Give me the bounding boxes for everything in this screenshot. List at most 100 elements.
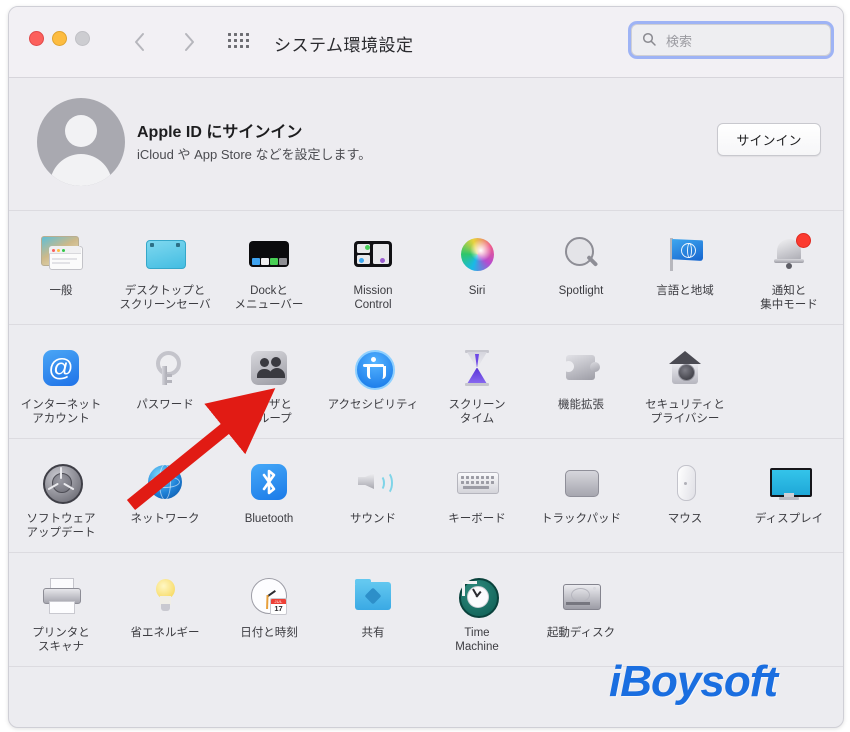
pref-item-energy-saver[interactable]: 省エネルギー (113, 565, 217, 660)
pref-row: 一般 デスクトップと スクリーンセーバ Dockと メニューバー Mission… (9, 223, 843, 318)
chevron-right-icon[interactable] (181, 29, 197, 55)
pref-label: Mission Control (353, 285, 393, 311)
printers-scanners-icon (37, 572, 85, 620)
calendar-day: 17 (274, 604, 283, 613)
system-preferences-window: システム環境設定 Apple ID にサインイン iCloud や App St… (8, 6, 844, 728)
pref-row: プリンタと スキャナ 省エネルギー JUL 17 日付と時刻 共有 Time M… (9, 565, 843, 660)
display-icon (765, 458, 813, 506)
sign-in-button[interactable]: サインイン (717, 123, 821, 156)
pref-item-internet-accounts[interactable]: @ インターネット アカウント (9, 337, 113, 432)
pref-label: ディスプレイ (754, 513, 824, 525)
pref-item-security-privacy[interactable]: セキュリティと プライバシー (633, 337, 737, 432)
pref-item-startup-disk[interactable]: 起動ディスク (529, 565, 633, 660)
search-field[interactable] (631, 24, 831, 57)
spotlight-icon (557, 230, 605, 278)
pref-label: マウス (667, 513, 703, 525)
pref-item-software-update[interactable]: ソフトウェア アップデート (9, 451, 113, 546)
pref-item-time-machine[interactable]: Time Machine (425, 565, 529, 660)
pref-label: セキュリティと プライバシー (645, 399, 725, 425)
pref-label: 省エネルギー (130, 627, 200, 639)
sound-icon (349, 458, 397, 506)
pref-item-extensions[interactable]: 機能拡張 (529, 337, 633, 432)
pref-label: インターネット アカウント (20, 399, 102, 425)
pref-group-system: プリンタと スキャナ 省エネルギー JUL 17 日付と時刻 共有 Time M… (9, 553, 843, 667)
zoom-button[interactable] (75, 31, 90, 46)
pref-group-hardware: ソフトウェア アップデート ネットワーク Bluetooth サウンド キーボー… (9, 439, 843, 553)
pref-item-general[interactable]: 一般 (9, 223, 113, 318)
apple-id-banner[interactable]: Apple ID にサインイン iCloud や App Store などを設定… (9, 78, 843, 211)
pref-item-trackpad[interactable]: トラックパッド (529, 451, 633, 546)
language-region-icon (661, 230, 709, 278)
pref-item-users-groups[interactable]: ユーザと グループ (217, 337, 321, 432)
pref-label: Dockと メニューバー (234, 285, 304, 311)
apple-id-title: Apple ID にサインイン (137, 124, 303, 141)
pref-label: 日付と時刻 (240, 627, 298, 639)
apple-id-subtitle: iCloud や App Store などを設定します。 (137, 147, 372, 162)
energy-saver-icon (141, 572, 189, 620)
passwords-key-icon (141, 344, 189, 392)
pref-item-accessibility[interactable]: アクセシビリティ (321, 337, 425, 432)
users-groups-icon (245, 344, 293, 392)
pref-label: サウンド (350, 513, 396, 525)
minimize-button[interactable] (52, 31, 67, 46)
pref-label: スクリーン タイム (448, 399, 506, 425)
bluetooth-icon (245, 458, 293, 506)
pref-label: 一般 (49, 285, 73, 297)
pref-group-accounts: @ インターネット アカウント パスワード ユーザと グループ アクセシビリティ… (9, 325, 843, 439)
pref-item-siri[interactable]: Siri (425, 223, 529, 318)
window-titlebar: システム環境設定 (9, 7, 843, 78)
notifications-focus-icon (765, 230, 813, 278)
user-avatar-icon (37, 98, 125, 186)
pref-label: 共有 (361, 627, 385, 639)
network-globe-icon (141, 458, 189, 506)
sharing-icon (349, 572, 397, 620)
pref-item-sound[interactable]: サウンド (321, 451, 425, 546)
pref-item-printers-scanners[interactable]: プリンタと スキャナ (9, 565, 113, 660)
pref-item-sharing[interactable]: 共有 (321, 565, 425, 660)
pref-label: Bluetooth (244, 513, 294, 525)
dock-menubar-icon (245, 230, 293, 278)
time-machine-icon (453, 572, 501, 620)
pref-label: ユーザと グループ (246, 399, 292, 425)
pref-item-passwords[interactable]: パスワード (113, 337, 217, 432)
trackpad-icon (557, 458, 605, 506)
startup-disk-icon (557, 572, 605, 620)
close-button[interactable] (29, 31, 44, 46)
pref-label: デスクトップと スクリーンセーバ (119, 285, 211, 311)
pref-item-display[interactable]: ディスプレイ (737, 451, 841, 546)
pref-label: 通知と 集中モード (760, 285, 818, 311)
pref-item-screen-time[interactable]: スクリーン タイム (425, 337, 529, 432)
siri-icon (453, 230, 501, 278)
software-update-icon (37, 458, 85, 506)
pref-label: トラックパッド (541, 513, 621, 525)
pref-item-keyboard[interactable]: キーボード (425, 451, 529, 546)
pref-row: ソフトウェア アップデート ネットワーク Bluetooth サウンド キーボー… (9, 451, 843, 546)
pref-item-mission-control[interactable]: Mission Control (321, 223, 425, 318)
pref-item-language-region[interactable]: 言語と地域 (633, 223, 737, 318)
grid-icon[interactable] (228, 33, 262, 53)
date-time-icon: JUL 17 (245, 572, 293, 620)
pref-label: 言語と地域 (656, 285, 714, 297)
pref-item-dock-menubar[interactable]: Dockと メニューバー (217, 223, 321, 318)
pref-item-spotlight[interactable]: Spotlight (529, 223, 633, 318)
pref-label: ネットワーク (130, 513, 200, 525)
pref-item-network[interactable]: ネットワーク (113, 451, 217, 546)
search-icon (642, 32, 657, 52)
extensions-puzzle-icon (557, 344, 605, 392)
pref-label: 起動ディスク (546, 627, 616, 639)
pref-label: Spotlight (558, 285, 604, 297)
internet-accounts-icon: @ (37, 344, 85, 392)
pref-label: ソフトウェア アップデート (26, 513, 96, 539)
page-title: システム環境設定 (274, 36, 414, 55)
pref-item-desktop-screensaver[interactable]: デスクトップと スクリーンセーバ (113, 223, 217, 318)
pref-item-mouse[interactable]: マウス (633, 451, 737, 546)
general-icon (37, 230, 85, 278)
pref-label: パスワード (136, 399, 194, 411)
pref-item-bluetooth[interactable]: Bluetooth (217, 451, 321, 546)
pref-item-date-time[interactable]: JUL 17 日付と時刻 (217, 565, 321, 660)
keyboard-icon (453, 458, 501, 506)
pref-item-notifications-focus[interactable]: 通知と 集中モード (737, 223, 841, 318)
pref-label: 機能拡張 (558, 399, 604, 411)
search-input[interactable] (664, 25, 823, 57)
chevron-left-icon[interactable] (132, 29, 148, 55)
